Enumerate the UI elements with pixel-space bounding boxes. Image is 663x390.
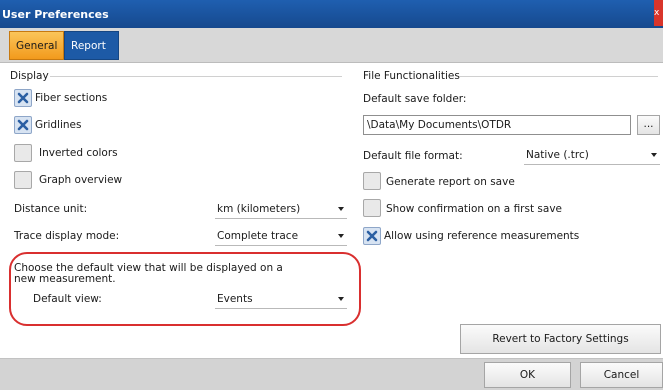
close-icon[interactable]: x [654, 0, 663, 26]
default-view-label: Default view: [33, 293, 102, 305]
inverted-colors-label: Inverted colors [39, 147, 118, 159]
display-group-divider [50, 76, 342, 77]
default-save-folder-label: Default save folder: [363, 93, 467, 105]
graph-overview-label: Graph overview [39, 174, 123, 186]
distance-unit-select[interactable]: km (kilometers) [215, 199, 347, 219]
generate-report-checkbox[interactable] [363, 172, 381, 190]
distance-unit-value: km (kilometers) [217, 203, 301, 215]
inverted-colors-checkbox[interactable] [14, 144, 32, 162]
trace-display-mode-select[interactable]: Complete trace [215, 226, 347, 246]
check-mark-icon [366, 230, 378, 242]
chevron-down-icon [338, 207, 344, 211]
generate-report-label: Generate report on save [386, 176, 515, 188]
allow-reference-checkbox[interactable] [363, 227, 381, 245]
chevron-down-icon [338, 234, 344, 238]
chevron-down-icon [651, 153, 657, 157]
fiber-sections-checkbox[interactable] [14, 89, 32, 107]
cancel-button[interactable]: Cancel [580, 362, 663, 388]
default-file-format-value: Native (.trc) [526, 149, 589, 161]
allow-reference-label: Allow using reference measurements [384, 230, 580, 242]
default-view-note: Choose the default view that will be dis… [14, 262, 283, 285]
file-functionalities-group-label: File Functionalities [363, 70, 460, 82]
chevron-down-icon [338, 297, 344, 301]
trace-display-mode-value: Complete trace [217, 230, 299, 242]
dialog-footer: OK Cancel [0, 358, 663, 390]
gridlines-checkbox[interactable] [14, 116, 32, 134]
show-confirmation-label: Show confirmation on a first save [386, 203, 563, 215]
show-confirmation-checkbox[interactable] [363, 199, 381, 217]
tab-report[interactable]: Report [64, 31, 119, 60]
display-group-label: Display [10, 70, 49, 82]
check-mark-icon [17, 92, 29, 104]
file-functionalities-divider [459, 76, 658, 77]
default-view-value: Events [217, 293, 253, 305]
graph-overview-checkbox[interactable] [14, 171, 32, 189]
browse-folder-button[interactable]: ... [637, 115, 660, 135]
title-bar: User Preferences x [0, 0, 663, 28]
default-view-select[interactable]: Events [215, 289, 347, 309]
distance-unit-label: Distance unit: [14, 203, 88, 215]
default-file-format-label: Default file format: [363, 150, 463, 162]
gridlines-label: Gridlines [35, 119, 82, 131]
default-file-format-select[interactable]: Native (.trc) [524, 145, 660, 165]
check-mark-icon [17, 119, 29, 131]
fiber-sections-label: Fiber sections [35, 92, 108, 104]
window-title: User Preferences [2, 8, 109, 21]
default-save-folder-field[interactable]: \Data\My Documents\OTDR [363, 115, 631, 135]
tab-bar: General Report [0, 28, 663, 63]
tab-general[interactable]: General [9, 31, 64, 60]
trace-display-mode-label: Trace display mode: [14, 230, 120, 242]
revert-factory-settings-button[interactable]: Revert to Factory Settings [460, 324, 661, 354]
ok-button[interactable]: OK [484, 362, 571, 388]
